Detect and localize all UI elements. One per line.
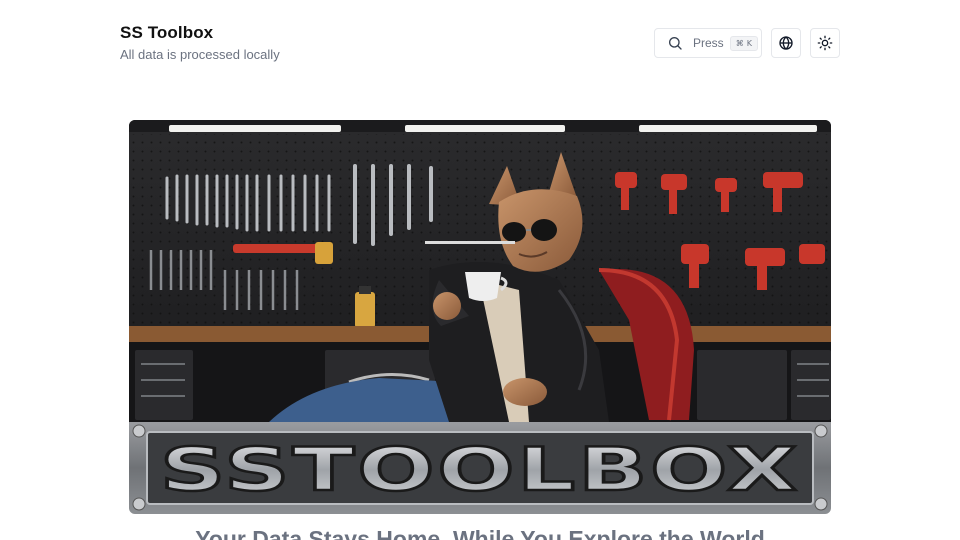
brand: SS Toolbox All data is processed locally (120, 23, 280, 62)
hero-image: SSTOOLBOX (129, 120, 831, 514)
site-header: SS Toolbox All data is processed locally… (0, 0, 960, 90)
sun-icon (817, 35, 833, 51)
hero-illustration: SSTOOLBOX (129, 120, 831, 514)
site-subtitle: All data is processed locally (120, 47, 280, 62)
banner-text: SSTOOLBOX (160, 435, 800, 505)
coffee-cup (465, 272, 501, 301)
cigarette (425, 241, 515, 244)
ceiling-light (169, 125, 341, 132)
site-title[interactable]: SS Toolbox (120, 23, 280, 43)
oil-can (355, 292, 375, 328)
header-actions: Press ⌘ K (654, 28, 840, 58)
command-key: ⌘ (735, 38, 744, 48)
search-button[interactable]: Press ⌘ K (654, 28, 762, 58)
red-tool (233, 244, 325, 253)
language-button[interactable] (771, 28, 801, 58)
shortcut-hint: ⌘ K (729, 35, 758, 51)
globe-icon (779, 36, 793, 50)
hero-headline: Your Data Stays Home, While You Explore … (195, 526, 765, 540)
shortcut-key: K (746, 38, 752, 48)
search-icon (669, 37, 682, 50)
ceiling-light (639, 125, 817, 132)
ceiling-light (405, 125, 565, 132)
search-label: Press (693, 36, 724, 50)
theme-toggle-button[interactable] (810, 28, 840, 58)
